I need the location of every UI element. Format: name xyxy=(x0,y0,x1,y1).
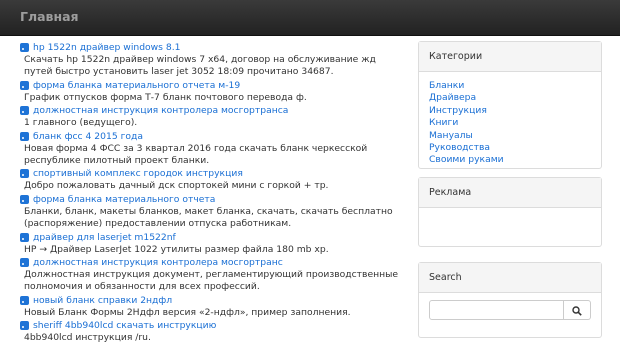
list-item-header: новый бланк справки 2ндфл xyxy=(20,294,405,307)
list-item: должностная инструкция контролера мосгор… xyxy=(20,256,405,294)
search-form xyxy=(429,300,591,320)
list-item-description: Новый Бланк Формы 2Ндфл версия «2-ндфл»,… xyxy=(24,306,351,318)
rss-icon xyxy=(20,106,29,116)
article-list: hp 1522n драйвер windows 8.1 Скачать hp 1… xyxy=(20,41,405,345)
category-link[interactable]: Бланки xyxy=(429,80,591,92)
list-item-link[interactable]: sheriff 4bb940lcd скачать инструкцию xyxy=(33,320,216,331)
brand-home-link[interactable]: Главная xyxy=(20,9,79,24)
search-heading: Search xyxy=(419,263,601,293)
list-item-description: полномочия и обязанности для всех профес… xyxy=(24,281,260,293)
list-item-header: должностная инструкция контролера мосгор… xyxy=(20,256,405,269)
rss-icon xyxy=(20,169,29,179)
sidebar: Категории Бланки Драйвера Инструкция Книги М… xyxy=(418,41,602,169)
list-item-description: HP → Драйвер LaserJet 1022 утилиты разме… xyxy=(24,243,329,255)
search-sidebar: Search xyxy=(418,262,602,338)
list-item-description: Добро пожаловать дачный дск спортокей ми… xyxy=(24,180,329,192)
list-item-header: форма бланка материального отчета xyxy=(20,193,405,206)
search-button[interactable] xyxy=(564,300,591,320)
list-item-link[interactable]: драйвер для laserjet m1522nf xyxy=(33,232,176,243)
list-item-link[interactable]: должностная инструкция контролера мосгор… xyxy=(33,257,283,268)
list-item-header: hp 1522n драйвер windows 8.1 xyxy=(20,41,405,54)
search-panel: Search xyxy=(418,262,602,338)
list-item-link[interactable]: должностная инструкция контролера мосгор… xyxy=(33,105,288,116)
list-item-link[interactable]: hp 1522n драйвер windows 8.1 xyxy=(33,42,180,53)
list-item-header: форма бланка материального отчета м-19 xyxy=(20,79,405,92)
ads-panel: Реклама xyxy=(418,177,602,247)
list-item-description: График отпусков форма Т-7 бланк почтовог… xyxy=(24,91,307,103)
category-link[interactable]: Мануалы xyxy=(429,130,591,142)
rss-icon xyxy=(20,295,29,305)
category-link[interactable]: Драйвера xyxy=(429,92,591,104)
ads-heading: Реклама xyxy=(419,178,601,208)
list-item-link[interactable]: форма бланка материального отчета xyxy=(33,194,215,205)
rss-icon xyxy=(20,80,29,90)
ads-sidebar: Реклама xyxy=(418,177,602,247)
rss-icon xyxy=(20,321,29,331)
list-item: форма бланка материального отчета Бланки,… xyxy=(20,193,405,231)
list-item-description: 1 главного (ведущего). xyxy=(24,117,138,129)
rss-icon xyxy=(20,131,29,141)
list-item-description: Новая форма 4 ФСС за 3 квартал 2016 года… xyxy=(24,142,368,154)
search-input[interactable] xyxy=(429,300,565,320)
category-link[interactable]: Руководства xyxy=(429,142,591,154)
list-item-description: Скачать hp 1522n драйвер windows 7 x64, … xyxy=(24,54,376,65)
category-link[interactable]: Инструкция xyxy=(429,105,591,117)
list-item-description: республике пилотный проект бланки. xyxy=(24,155,210,167)
category-link[interactable]: Своими руками xyxy=(429,154,591,166)
list-item: форма бланка материального отчета м-19 Гр… xyxy=(20,79,405,104)
list-item-description: (распоряжение) предоставлении отпуска ра… xyxy=(24,218,292,230)
rss-icon xyxy=(20,194,29,204)
list-item-header: драйвер для laserjet m1522nf xyxy=(20,231,405,244)
categories-heading: Категории xyxy=(419,42,601,72)
list-item: драйвер для laserjet m1522nf HP → Драйвер… xyxy=(20,231,405,256)
list-item-link[interactable]: спортивный комплекс городок инструкция xyxy=(33,168,243,179)
list-item: sheriff 4bb940lcd скачать инструкцию 4bb9… xyxy=(20,319,405,344)
rss-icon xyxy=(20,232,29,242)
list-item: спортивный комплекс городок инструкция До… xyxy=(20,167,405,192)
categories-panel: Категории Бланки Драйвера Инструкция Книги М… xyxy=(418,41,602,169)
top-navbar: Главная xyxy=(0,0,620,36)
rss-icon xyxy=(20,43,29,52)
list-item-header: должностная инструкция контролера мосгор… xyxy=(20,104,405,117)
search-body xyxy=(419,293,601,328)
list-item: hp 1522n драйвер windows 8.1 Скачать hp 1… xyxy=(20,41,405,79)
search-icon xyxy=(572,306,583,316)
list-item: новый бланк справки 2ндфл Новый Бланк Фор… xyxy=(20,294,405,319)
category-link[interactable]: Книги xyxy=(429,117,591,129)
categories-list: Бланки Драйвера Инструкция Книги Мануалы Руко… xyxy=(419,72,601,175)
list-item-description: Бланки, бланк, макеты бланков, макет бла… xyxy=(24,205,393,217)
list-item-link[interactable]: бланк фсс 4 2015 года xyxy=(33,131,143,142)
rss-icon xyxy=(20,258,29,268)
list-item-link[interactable]: новый бланк справки 2ндфл xyxy=(33,295,172,306)
list-item-description: путей быстро установить laser jet 3052 1… xyxy=(24,66,334,78)
list-item-header: sheriff 4bb940lcd скачать инструкцию xyxy=(20,319,405,332)
list-item: должностная инструкция контролера мосгор… xyxy=(20,104,405,129)
list-item-link[interactable]: форма бланка материального отчета м-19 xyxy=(33,80,240,91)
list-item-description: Должностная инструкция документ, регламе… xyxy=(24,269,399,281)
list-item-header: спортивный комплекс городок инструкция xyxy=(20,167,405,180)
list-item-header: бланк фсс 4 2015 года xyxy=(20,130,405,143)
list-item: бланк фсс 4 2015 года Новая форма 4 ФСС з… xyxy=(20,130,405,168)
